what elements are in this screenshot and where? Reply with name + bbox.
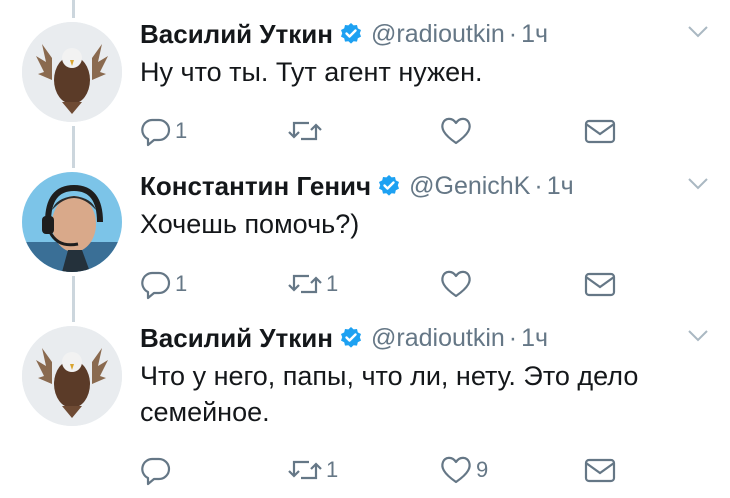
tweet[interactable]: Василий Уткин @radioutkin · 1ч Что у нег… <box>0 320 730 498</box>
separator-dot: · <box>508 19 518 48</box>
headset-person-avatar-icon <box>22 172 122 272</box>
author-name[interactable]: Василий Уткин <box>140 323 333 354</box>
retweet-count: 1 <box>326 271 339 296</box>
avatar[interactable] <box>22 172 122 272</box>
retweet-count: 1 <box>326 457 339 482</box>
eagle-avatar-icon <box>22 326 122 426</box>
eagle-avatar-icon <box>22 22 122 122</box>
envelope-icon <box>584 272 616 297</box>
tweet-actions: 1 1 <box>140 266 640 302</box>
avatar[interactable] <box>22 22 122 122</box>
reply-button[interactable]: 1 <box>140 266 187 302</box>
like-button[interactable] <box>439 266 476 302</box>
tweet-header: Константин Генич @GenichK · 1ч <box>140 168 574 204</box>
retweet-button[interactable]: 1 <box>287 266 338 302</box>
author-handle[interactable]: @radioutkin <box>371 324 505 353</box>
like-button[interactable]: 9 <box>439 452 488 488</box>
tweet-text: Ну что ты. Тут агент нужен. <box>140 57 483 87</box>
retweet-icon <box>288 460 322 480</box>
author-handle[interactable]: @radioutkin <box>371 20 505 49</box>
retweet-button[interactable]: 1 <box>287 452 338 488</box>
tweet[interactable]: Василий Уткин @radioutkin · 1ч Ну что ты… <box>0 16 730 156</box>
separator-dot: · <box>534 171 543 200</box>
retweet-icon <box>288 121 322 141</box>
like-button[interactable] <box>439 113 476 149</box>
heart-icon <box>441 270 471 298</box>
author-name[interactable]: Константин Генич <box>140 171 371 202</box>
tweet-text: Что у него, папы, что ли, нету. Это дело… <box>140 361 639 427</box>
tweet-header: Василий Уткин @radioutkin · 1ч <box>140 16 548 52</box>
timestamp[interactable]: 1ч <box>521 324 548 353</box>
chevron-down-icon[interactable] <box>686 24 710 40</box>
retweet-icon <box>288 274 322 294</box>
verified-badge-icon <box>379 175 400 196</box>
avatar[interactable] <box>22 326 122 426</box>
direct-message-button[interactable] <box>583 266 617 302</box>
reply-count: 1 <box>175 118 188 143</box>
tweet[interactable]: Константин Генич @GenichK · 1ч Хочешь по… <box>0 168 730 308</box>
direct-message-button[interactable] <box>583 452 617 488</box>
chevron-down-icon[interactable] <box>686 328 710 344</box>
heart-icon <box>441 117 471 145</box>
envelope-icon <box>584 119 616 144</box>
envelope-icon <box>584 458 616 483</box>
verified-badge-icon <box>341 327 361 348</box>
tweet-text: Хочешь помочь?) <box>140 209 360 239</box>
author-handle[interactable]: @GenichK <box>409 172 530 201</box>
verified-badge-icon <box>341 23 361 44</box>
timestamp[interactable]: 1ч <box>521 20 548 49</box>
retweet-button[interactable] <box>287 113 326 149</box>
reply-button[interactable] <box>140 452 175 488</box>
tweet-actions: 1 9 <box>140 452 640 488</box>
chevron-down-icon[interactable] <box>686 176 710 192</box>
direct-message-button[interactable] <box>583 113 617 149</box>
tweet-header: Василий Уткин @radioutkin · 1ч <box>140 320 548 356</box>
like-count: 9 <box>476 457 489 482</box>
reply-icon <box>141 118 171 147</box>
reply-icon <box>141 457 171 486</box>
reply-icon <box>141 271 171 300</box>
author-name[interactable]: Василий Уткин <box>140 19 333 50</box>
tweet-actions: 1 <box>140 113 640 149</box>
timestamp[interactable]: 1ч <box>547 172 574 201</box>
separator-dot: · <box>508 323 518 352</box>
reply-count: 1 <box>175 271 188 296</box>
reply-button[interactable]: 1 <box>140 113 187 149</box>
heart-icon <box>441 456 471 484</box>
